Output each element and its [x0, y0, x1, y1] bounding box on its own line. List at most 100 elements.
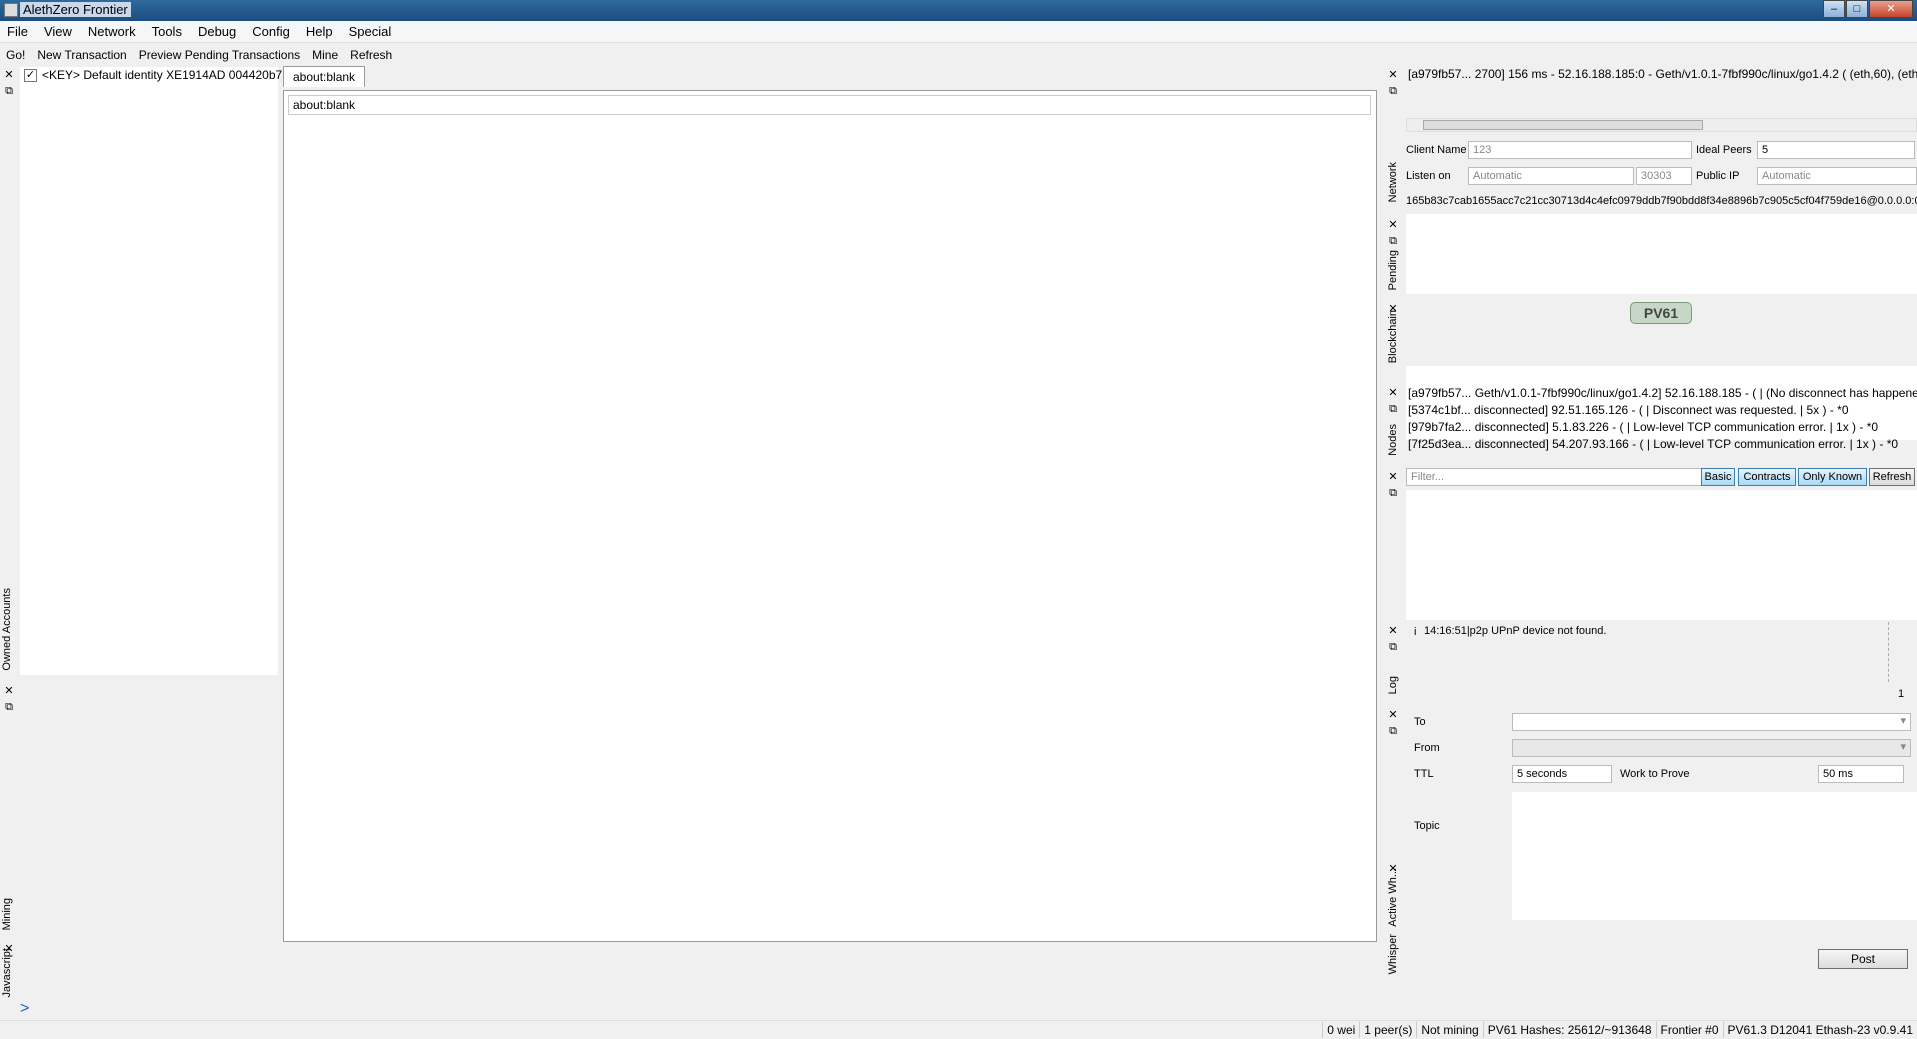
- client-name-input[interactable]: 123: [1468, 141, 1692, 159]
- go-button[interactable]: Go!: [0, 48, 31, 62]
- float-icon[interactable]: ⧉: [2, 84, 16, 98]
- menu-help[interactable]: Help: [299, 24, 342, 39]
- tab-active-whispers[interactable]: Active Wh...: [1386, 868, 1402, 934]
- float-icon[interactable]: ⧉: [1386, 640, 1400, 654]
- account-text: <KEY> Default identity XE1914AD 004420b7…: [42, 68, 289, 82]
- app-icon: [4, 3, 18, 17]
- menu-special[interactable]: Special: [342, 24, 401, 39]
- tab-pending[interactable]: Pending: [1386, 250, 1402, 294]
- float-icon[interactable]: ⧉: [1386, 486, 1400, 500]
- close-icon[interactable]: ✕: [1386, 218, 1400, 232]
- filter-input[interactable]: Filter...: [1406, 468, 1702, 486]
- tab-mining[interactable]: Mining: [0, 898, 16, 934]
- listen-on-label: Listen on: [1406, 170, 1451, 182]
- refresh-button[interactable]: Refresh: [344, 48, 398, 62]
- tab-log[interactable]: Log: [1386, 676, 1402, 698]
- float-icon[interactable]: ⧉: [1386, 402, 1400, 416]
- node-row[interactable]: [a979fb57... Geth/v1.0.1-7fbf990c/linux/…: [1408, 386, 1917, 400]
- port-input[interactable]: 30303: [1636, 167, 1692, 185]
- mining-status: Not mining: [1416, 1022, 1482, 1038]
- close-icon[interactable]: ✕: [1386, 68, 1400, 82]
- close-icon[interactable]: ✕: [1386, 470, 1400, 484]
- to-select[interactable]: ▾: [1512, 713, 1911, 731]
- tab-blockchain[interactable]: Blockchain: [1386, 310, 1402, 376]
- from-label: From: [1414, 742, 1440, 754]
- owned-accounts-panel: ✓ <KEY> Default identity XE1914AD 004420…: [20, 67, 289, 675]
- close-icon[interactable]: ✕: [2, 68, 16, 82]
- work-to-prove-label: Work to Prove: [1620, 768, 1690, 780]
- pv61-badge: PV61: [1630, 302, 1692, 324]
- topic-input[interactable]: [1512, 792, 1917, 920]
- close-icon[interactable]: ✕: [1386, 624, 1400, 638]
- ttl-input[interactable]: 5 seconds: [1512, 765, 1612, 783]
- chevron-down-icon: ▾: [1900, 741, 1906, 753]
- peer-line: [a979fb57... 2700] 156 ms - 52.16.188.18…: [1408, 67, 1917, 81]
- menu-debug[interactable]: Debug: [191, 24, 245, 39]
- to-label: To: [1414, 716, 1426, 728]
- topic-label: Topic: [1414, 820, 1440, 832]
- menu-network[interactable]: Network: [81, 24, 145, 39]
- tab-javascript[interactable]: Javascript: [0, 948, 16, 1016]
- close-icon[interactable]: ✕: [1386, 386, 1400, 400]
- horizontal-scrollbar[interactable]: [1406, 118, 1917, 132]
- menu-config[interactable]: Config: [245, 24, 299, 39]
- node-row[interactable]: [5374c1bf... disconnected] 92.51.165.126…: [1408, 403, 1917, 417]
- scrollbar-thumb[interactable]: [1423, 120, 1703, 130]
- basic-button[interactable]: Basic: [1701, 468, 1735, 486]
- work-to-prove-input[interactable]: 50 ms: [1818, 765, 1904, 783]
- url-input[interactable]: about:blank: [288, 95, 1371, 115]
- only-known-button[interactable]: Only Known: [1798, 468, 1867, 486]
- tab-whisper[interactable]: Whisper: [1386, 934, 1402, 978]
- float-icon[interactable]: ⧉: [1386, 724, 1400, 738]
- tab-owned-accounts[interactable]: Owned Accounts: [0, 588, 16, 678]
- close-button[interactable]: ✕: [1869, 0, 1913, 18]
- tab-about-blank[interactable]: about:blank: [283, 66, 366, 87]
- from-select[interactable]: ▾: [1512, 739, 1911, 757]
- float-icon[interactable]: ⧉: [1386, 234, 1400, 248]
- close-icon[interactable]: ✕: [1386, 708, 1400, 722]
- listen-on-input[interactable]: Automatic: [1468, 167, 1634, 185]
- menu-view[interactable]: View: [37, 24, 81, 39]
- refresh-log-button[interactable]: Refresh: [1869, 468, 1915, 486]
- menu-file[interactable]: File: [0, 24, 37, 39]
- node-row[interactable]: [979b7fa2... disconnected] 5.1.83.226 - …: [1408, 420, 1917, 434]
- window-controls: – □ ✕: [1822, 0, 1913, 18]
- client-name-label: Client Name: [1406, 144, 1467, 156]
- public-ip-label: Public IP: [1696, 170, 1740, 182]
- log-entry: 14:16:51|p2p UPnP device not found.: [1424, 625, 1607, 637]
- close-icon[interactable]: ✕: [2, 684, 16, 698]
- browser-pane: about:blank about:blank: [280, 66, 1378, 942]
- menu-bar: File View Network Tools Debug Config Hel…: [0, 21, 1917, 43]
- node-id: 165b83c7cab1655acc7c21cc30713d4c4efc0979…: [1406, 195, 1917, 207]
- version-status: PV61.3 D12041 Ethash-23 v0.9.41: [1722, 1022, 1917, 1038]
- log-level-slider[interactable]: [1888, 622, 1906, 682]
- owned-account-item[interactable]: ✓ <KEY> Default identity XE1914AD 004420…: [24, 68, 289, 82]
- chevron-down-icon: ▾: [1900, 715, 1906, 727]
- float-icon[interactable]: ⧉: [1386, 84, 1400, 98]
- menu-tools[interactable]: Tools: [145, 24, 191, 39]
- window-title: AlethZero Frontier: [20, 2, 131, 17]
- mine-button[interactable]: Mine: [306, 48, 344, 62]
- post-button[interactable]: Post: [1818, 949, 1908, 969]
- tab-nodes[interactable]: Nodes: [1386, 424, 1402, 460]
- balance-status: 0 wei: [1322, 1022, 1359, 1038]
- preview-pending-button[interactable]: Preview Pending Transactions: [133, 48, 306, 62]
- minimize-button[interactable]: –: [1823, 0, 1845, 18]
- status-bar: 0 wei 1 peer(s) Not mining PV61 Hashes: …: [0, 1020, 1917, 1039]
- ideal-peers-input[interactable]: 5: [1757, 141, 1915, 159]
- tab-network[interactable]: Network: [1386, 162, 1402, 208]
- account-checkbox[interactable]: ✓: [24, 68, 37, 82]
- console-prompt[interactable]: >: [20, 1000, 29, 1018]
- title-bar: AlethZero Frontier – □ ✕: [0, 0, 1917, 21]
- pending-panel: [1406, 214, 1917, 294]
- browser-view: about:blank: [283, 90, 1377, 942]
- public-ip-input[interactable]: Automatic: [1757, 167, 1917, 185]
- contracts-button[interactable]: Contracts: [1738, 468, 1796, 486]
- log-level-value: 1: [1898, 688, 1905, 700]
- info-icon: i: [1414, 626, 1417, 638]
- node-row[interactable]: [7f25d3ea... disconnected] 54.207.93.166…: [1408, 437, 1917, 451]
- peers-status: 1 peer(s): [1359, 1022, 1416, 1038]
- float-icon[interactable]: ⧉: [2, 700, 16, 714]
- maximize-button[interactable]: □: [1846, 0, 1868, 18]
- new-transaction-button[interactable]: New Transaction: [31, 48, 132, 62]
